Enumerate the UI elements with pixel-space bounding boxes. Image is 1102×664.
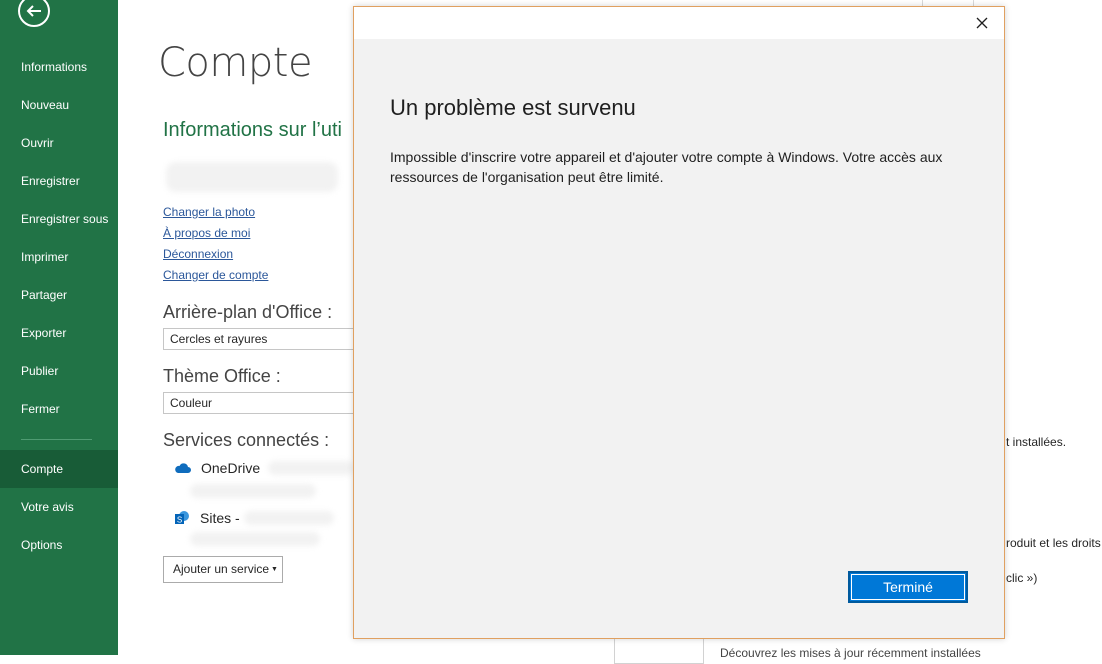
dialog-message: Impossible d'inscrire votre appareil et … bbox=[390, 149, 943, 185]
dialog-heading: Un problème est survenu bbox=[390, 95, 636, 120]
add-service-button[interactable]: Ajouter un service ▼ bbox=[163, 556, 283, 583]
dialog-titlebar bbox=[354, 7, 1004, 39]
back-button[interactable] bbox=[18, 0, 50, 27]
redacted-onedrive-email bbox=[190, 484, 316, 498]
service-onedrive: OneDrive bbox=[174, 460, 260, 477]
change-photo-link[interactable]: Changer la photo bbox=[163, 205, 255, 219]
done-button[interactable]: Terminé bbox=[848, 571, 968, 603]
onedrive-cloud-icon bbox=[174, 461, 191, 477]
click-text: clic ») bbox=[1006, 571, 1038, 585]
sidebar-item-ouvrir[interactable]: Ouvrir bbox=[0, 124, 118, 162]
user-info-heading: Informations sur l’uti bbox=[163, 119, 342, 141]
connected-services-label: Services connectés : bbox=[163, 430, 330, 450]
sharepoint-icon: S bbox=[174, 510, 190, 529]
redacted-user-name bbox=[166, 162, 338, 192]
office-background-select[interactable]: Cercles et rayures bbox=[163, 328, 363, 350]
sidebar-item-exporter[interactable]: Exporter bbox=[0, 314, 118, 352]
svg-text:S: S bbox=[177, 516, 182, 525]
sidebar-item-imprimer[interactable]: Imprimer bbox=[0, 238, 118, 276]
sidebar-divider bbox=[21, 439, 92, 440]
rights-text: roduit et les droits bbox=[1006, 536, 1101, 550]
backstage-sidebar: Informations Nouveau Ouvrir Enregistrer … bbox=[0, 0, 118, 655]
about-me-link[interactable]: À propos de moi bbox=[163, 226, 250, 240]
back-arrow-icon bbox=[26, 5, 41, 17]
sidebar-item-informations[interactable]: Informations bbox=[0, 48, 118, 86]
sidebar-item-votre-avis[interactable]: Votre avis bbox=[0, 488, 118, 526]
add-service-label: Ajouter un service bbox=[173, 562, 270, 576]
office-theme-label: Thème Office : bbox=[163, 366, 281, 386]
sidebar-item-enregistrer-sous[interactable]: Enregistrer sous bbox=[0, 200, 118, 238]
error-dialog: Un problème est survenu Impossible d'ins… bbox=[353, 6, 1005, 639]
sidebar-item-publier[interactable]: Publier bbox=[0, 352, 118, 390]
chevron-down-icon: ▼ bbox=[271, 566, 278, 574]
service-onedrive-label: OneDrive bbox=[201, 460, 261, 476]
sidebar-item-enregistrer[interactable]: Enregistrer bbox=[0, 162, 118, 200]
sidebar-item-fermer[interactable]: Fermer bbox=[0, 390, 118, 428]
page-title: Compte bbox=[158, 40, 313, 86]
sidebar-item-compte[interactable]: Compte bbox=[0, 450, 118, 488]
installed-text: t installées. bbox=[1006, 435, 1067, 449]
redacted-sites-name bbox=[244, 511, 334, 525]
office-background-label: Arrière-plan d'Office : bbox=[163, 302, 333, 322]
switch-account-link[interactable]: Changer de compte bbox=[163, 268, 268, 282]
sidebar-item-nouveau[interactable]: Nouveau bbox=[0, 86, 118, 124]
sidebar-item-partager[interactable]: Partager bbox=[0, 276, 118, 314]
whats-new-description: Découvrez les mises à jour récemment ins… bbox=[720, 646, 981, 660]
close-icon[interactable] bbox=[974, 15, 990, 31]
sidebar-item-options[interactable]: Options bbox=[0, 526, 118, 564]
redacted-sites-url bbox=[190, 532, 320, 546]
service-sharepoint-label: Sites - bbox=[200, 510, 240, 527]
service-sharepoint: S Sites - bbox=[174, 510, 240, 529]
sign-out-link[interactable]: Déconnexion bbox=[163, 247, 233, 261]
redacted-onedrive-account bbox=[268, 461, 354, 475]
office-theme-select[interactable]: Couleur bbox=[163, 392, 363, 414]
